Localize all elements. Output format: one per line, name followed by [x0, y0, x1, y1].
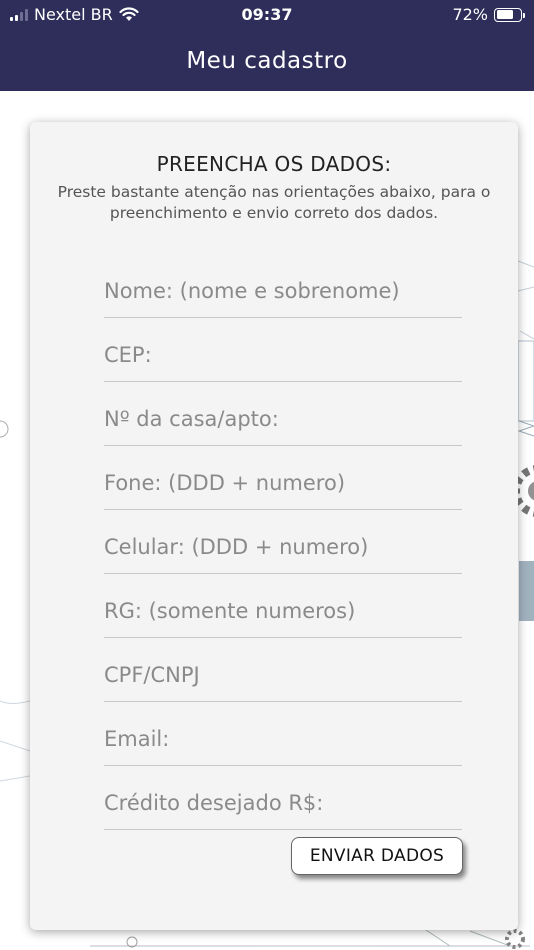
battery-icon — [494, 7, 525, 22]
submit-button[interactable]: ENVIAR DADOS — [291, 837, 463, 875]
rg-input[interactable] — [104, 599, 462, 623]
phone-input[interactable] — [104, 471, 462, 495]
form-heading: PREENCHA OS DADOS: — [156, 152, 392, 176]
mobile-field-container — [104, 510, 462, 574]
cep-field-container — [104, 318, 462, 382]
credit-amount-input[interactable] — [104, 791, 462, 815]
house-number-field-container — [104, 382, 462, 446]
battery-percent: 72% — [452, 5, 488, 24]
credit-field-container — [104, 766, 462, 830]
status-bar: Nextel BR 09:37 72% — [0, 0, 534, 30]
registration-form-card: PREENCHA OS DADOS: Preste bastante atenç… — [30, 122, 518, 930]
name-field-container — [104, 254, 462, 318]
battery-level — [496, 10, 514, 19]
email-input[interactable] — [104, 727, 462, 751]
cpf-cnpj-field-container — [104, 638, 462, 702]
cpf-cnpj-input[interactable] — [104, 663, 462, 687]
mobile-input[interactable] — [104, 535, 462, 559]
phone-field-container — [104, 446, 462, 510]
house-number-input[interactable] — [104, 407, 462, 431]
form-instructions: Preste bastante atenção nas orientações … — [57, 183, 491, 222]
page-title: Meu cadastro — [186, 47, 348, 74]
name-input[interactable] — [104, 279, 462, 303]
rg-field-container — [104, 574, 462, 638]
email-field-container — [104, 702, 462, 766]
nav-bar: Meu cadastro — [0, 30, 534, 91]
status-right: 72% — [452, 5, 525, 24]
cep-input[interactable] — [104, 343, 462, 367]
